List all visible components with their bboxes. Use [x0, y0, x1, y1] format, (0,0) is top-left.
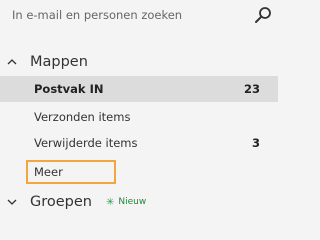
more-folders-link[interactable]: Meer [26, 160, 116, 184]
chevron-down-icon [0, 197, 24, 207]
new-badge-label: Nieuw [118, 197, 147, 207]
folders-header-label: Mappen [30, 54, 88, 70]
groups-header-label: Groepen [30, 194, 92, 210]
new-badge: ✳ Nieuw [106, 197, 146, 208]
search-icon [255, 7, 271, 23]
folder-item-inbox[interactable]: Postvak IN 23 [0, 76, 278, 102]
unread-count-badge: 3 [251, 136, 260, 150]
folder-item-label: Verwijderde items [34, 136, 138, 150]
folder-item-deleted[interactable]: Verwijderde items 3 [0, 130, 278, 156]
search-button[interactable] [250, 2, 276, 28]
folder-item-label: Verzonden items [34, 110, 131, 124]
search-input[interactable] [0, 0, 240, 30]
folders-section-header[interactable]: Mappen [0, 50, 278, 74]
chevron-up-icon [0, 57, 24, 67]
search-bar [0, 0, 278, 30]
folder-item-sent[interactable]: Verzonden items [0, 104, 278, 130]
sparkle-icon: ✳ [106, 196, 115, 208]
folder-item-label: Postvak IN [34, 82, 104, 96]
groups-section-header[interactable]: Groepen ✳ Nieuw [0, 190, 278, 214]
unread-count-badge: 23 [243, 82, 260, 96]
more-label: Meer [34, 165, 63, 179]
